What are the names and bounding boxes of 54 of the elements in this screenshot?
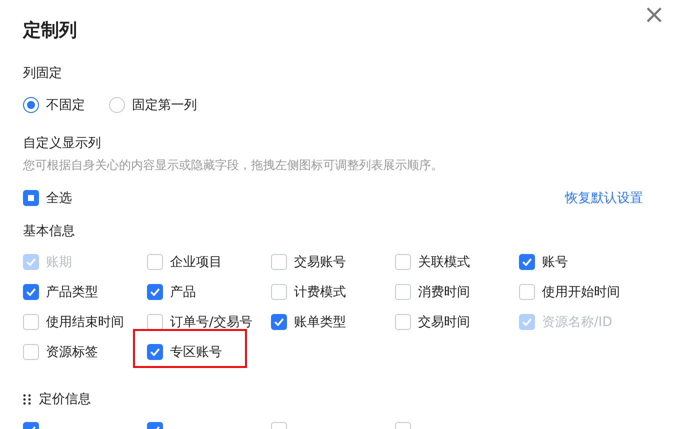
checkbox-label: 产品类型	[46, 284, 98, 301]
checkmark-icon	[522, 318, 532, 326]
checkbox[interactable]	[395, 254, 411, 270]
checkbox-label: 资源标签	[46, 344, 98, 361]
checkbox[interactable]	[147, 344, 163, 360]
group-title: 基本信息	[23, 223, 75, 240]
select-all-checkbox[interactable]	[23, 190, 39, 206]
close-button[interactable]: ×	[641, 2, 667, 28]
checkbox[interactable]	[271, 314, 287, 330]
checkbox-label: 账单类型	[294, 314, 346, 331]
checkbox-label: 关联模式	[418, 254, 470, 271]
checkbox[interactable]	[271, 284, 287, 300]
checkbox[interactable]	[395, 314, 411, 330]
checkbox-label: 账号	[542, 254, 568, 271]
checkmark-icon	[26, 258, 36, 266]
checkbox[interactable]	[519, 284, 535, 300]
checkmark-icon	[522, 258, 532, 266]
checkbox[interactable]	[147, 284, 163, 300]
description-text: 您可根据自身关心的内容显示或隐藏字段，拖拽左侧图标可调整列表展示顺序。	[23, 157, 444, 174]
checkmark-icon	[274, 318, 284, 326]
checkbox-label: 账期	[46, 254, 72, 271]
checkbox[interactable]	[147, 254, 163, 270]
checkbox[interactable]	[271, 254, 287, 270]
checkbox[interactable]	[23, 344, 39, 360]
reset-defaults-link[interactable]: 恢复默认设置	[565, 189, 643, 207]
section-label: 列固定	[23, 65, 63, 83]
checkbox-label: 交易时间	[418, 314, 470, 331]
checkmark-icon	[150, 288, 160, 296]
drag-handle-icon[interactable]	[23, 394, 31, 404]
checkbox[interactable]	[395, 284, 411, 300]
checkbox-label: 专区账号	[170, 344, 222, 361]
checkbox[interactable]	[23, 284, 39, 300]
section-label: 自定义显示列	[23, 135, 102, 153]
checkbox-label: 资源名称/ID	[542, 314, 612, 331]
checkbox-label: 消费时间	[418, 284, 470, 301]
checkbox[interactable]	[519, 254, 535, 270]
radio-label: 固定第一列	[132, 97, 197, 114]
radio-button[interactable]	[109, 97, 125, 113]
checkbox-label: 订单号/交易号	[170, 314, 252, 331]
checkmark-icon	[150, 348, 160, 356]
checkbox[interactable]	[147, 314, 163, 330]
dialog-title: 定制列	[23, 19, 78, 43]
checkbox-label: 交易账号	[294, 254, 346, 271]
checkbox[interactable]	[23, 314, 39, 330]
checkbox-label: 产品	[170, 284, 196, 301]
checkbox-label: 计费模式	[294, 284, 346, 301]
checkmark-icon	[26, 288, 36, 296]
checkbox-label: 使用结束时间	[46, 314, 124, 331]
group-title: 定价信息	[39, 391, 91, 408]
radio-button[interactable]	[23, 97, 39, 113]
checkbox-label: 企业项目	[170, 254, 222, 271]
radio-label: 不固定	[46, 97, 85, 114]
checkbox-label: 全选	[46, 190, 72, 207]
checkbox-label: 使用开始时间	[542, 284, 620, 301]
